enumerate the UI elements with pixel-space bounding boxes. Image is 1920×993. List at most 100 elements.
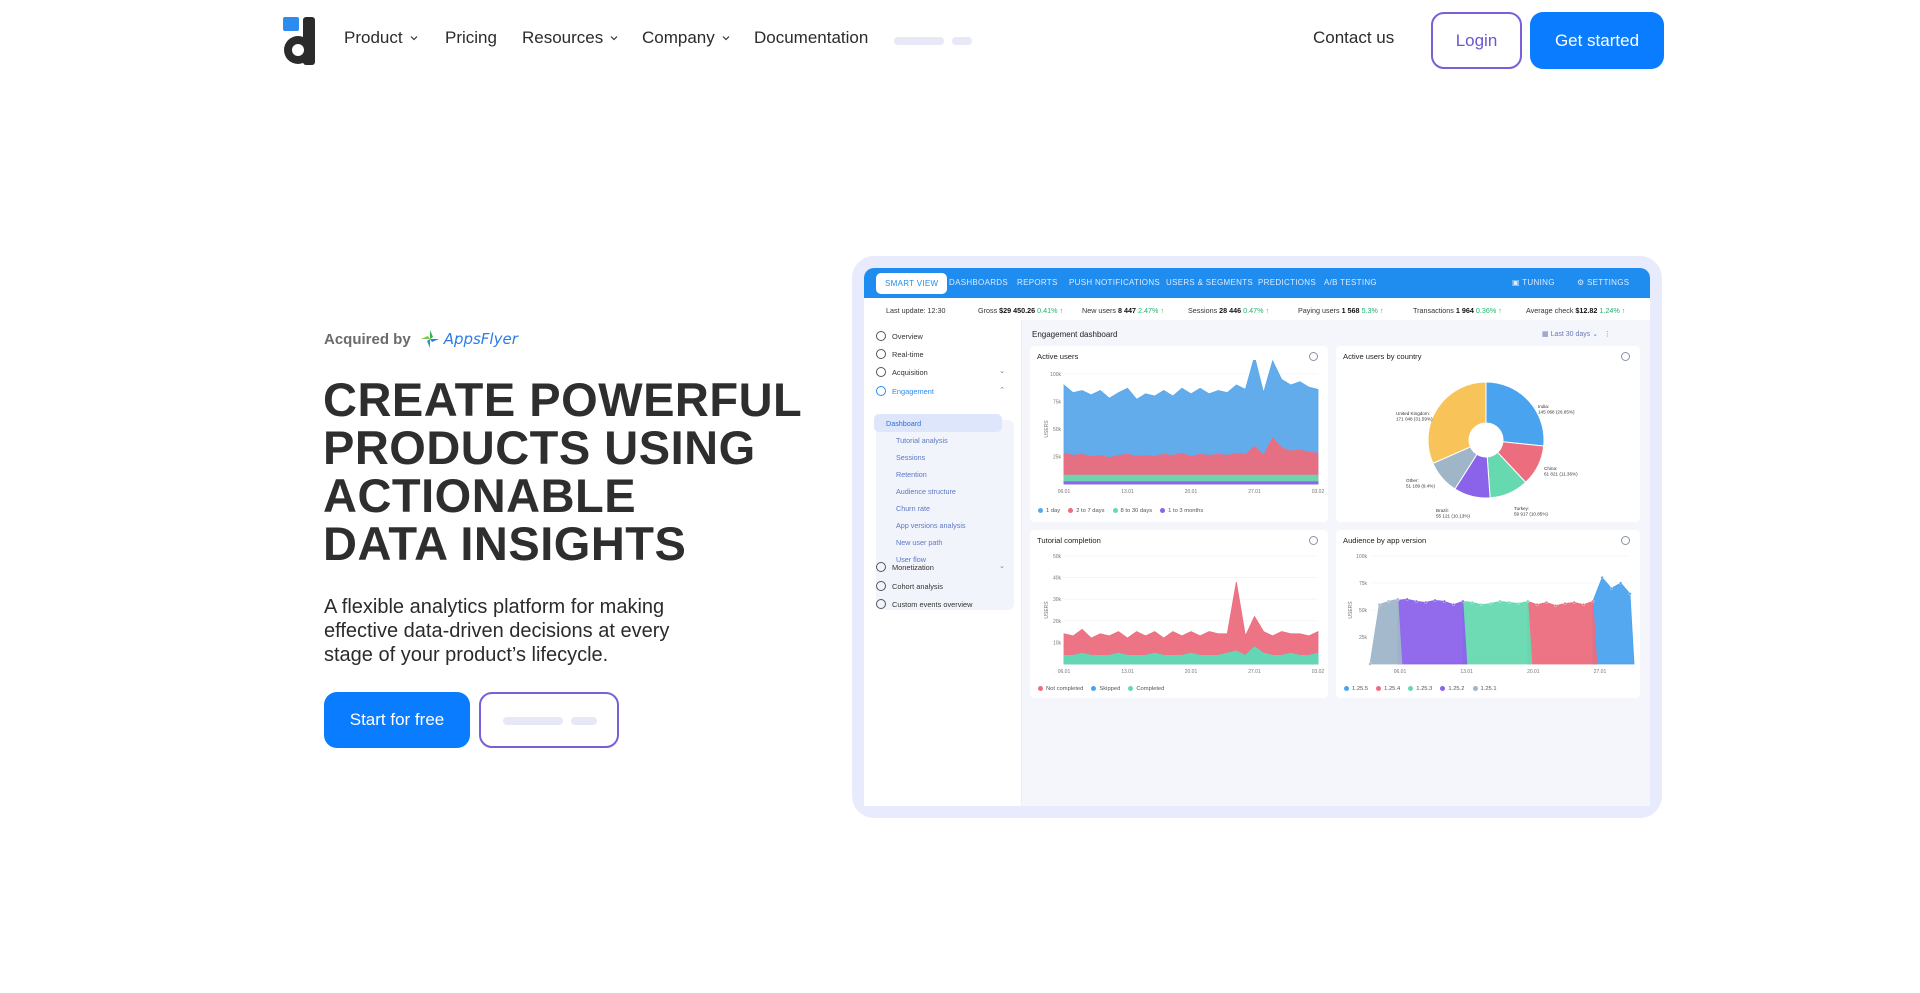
legend-label: Not completed	[1046, 686, 1084, 693]
data-point	[1424, 600, 1428, 604]
sidebar-item-label: Monetization	[892, 562, 934, 572]
nav-company-label: Company	[642, 28, 715, 47]
sidebar-item-cohort-analysis[interactable]: Cohort analysis	[876, 581, 943, 591]
slice-label: Other:	[1406, 478, 1419, 483]
sidebar-item-real-time[interactable]: Real-time	[876, 349, 924, 359]
tab-ab-testing[interactable]: A/B TESTING	[1324, 278, 1377, 287]
stat-paying-users: Paying users 1 568 5.3% ↑	[1298, 306, 1384, 315]
sidebar-item-acquisition[interactable]: Acquisition	[876, 367, 928, 377]
x-tick-label: 06.01	[1058, 489, 1071, 495]
legend-swatch	[1112, 508, 1118, 513]
tab-push-notifications[interactable]: PUSH NOTIFICATIONS	[1069, 278, 1160, 287]
tab-dashboards[interactable]: DASHBOARDS	[949, 278, 1008, 287]
dashboard-tabbar: SMART VIEW DASHBOARDS REPORTS PUSH NOTIF…	[864, 268, 1650, 298]
acquired-by: Acquired by AppsFlyer	[324, 328, 518, 350]
stat-value: $29 450.26	[999, 306, 1036, 315]
nav-documentation[interactable]: Documentation	[754, 28, 868, 48]
stat-delta: 0.47% ↑	[1243, 306, 1270, 315]
nav-pricing-label: Pricing	[445, 28, 497, 47]
y-axis-label: USERS	[1348, 601, 1354, 619]
tab-predictions[interactable]: PREDICTIONS	[1258, 278, 1316, 287]
x-tick-label: 13.01	[1460, 669, 1473, 675]
login-button[interactable]: Login	[1431, 12, 1522, 69]
legend-item[interactable]: 2 to 7 days	[1068, 508, 1105, 515]
stat-delta: 5.3% ↑	[1361, 306, 1384, 315]
x-tick-label: 13.01	[1121, 669, 1134, 675]
x-tick-label: 06.01	[1394, 669, 1407, 675]
stat-label: Gross	[978, 306, 998, 315]
tab-settings[interactable]: ⚙ SETTINGS	[1577, 278, 1629, 287]
tab-tuning[interactable]: ▣ TUNING	[1512, 278, 1555, 287]
tab-settings-label: SETTINGS	[1587, 278, 1630, 287]
tab-reports[interactable]: REPORTS	[1017, 278, 1058, 287]
tab-users-segments[interactable]: USERS & SEGMENTS	[1166, 278, 1253, 287]
start-for-free-button[interactable]: Start for free	[324, 692, 470, 748]
contact-link[interactable]: Contact us	[1313, 28, 1394, 48]
nav-company[interactable]: Company	[642, 28, 730, 48]
legend-swatch	[1038, 508, 1043, 513]
date-range-select[interactable]: ▦ Last 30 days ⌄ ⋮	[1542, 330, 1611, 338]
legend-item[interactable]: 1.25.3	[1408, 686, 1432, 692]
stat-value: $12.82	[1575, 306, 1598, 315]
legend-item[interactable]: 8 to 30 days	[1112, 508, 1152, 514]
data-point	[1452, 603, 1456, 607]
devtodev-logo[interactable]	[283, 17, 317, 65]
x-tick-label: 20.01	[1185, 489, 1198, 495]
nav-product[interactable]: Product	[344, 28, 418, 48]
data-point	[1479, 603, 1483, 607]
legend-label: 2 to 7 days	[1076, 508, 1105, 515]
y-tick-label: 100k	[1356, 554, 1367, 560]
submenu-app-versions-analysis[interactable]: App versions analysis	[896, 521, 966, 530]
legend-item[interactable]: 1.25.4	[1376, 686, 1400, 692]
tutorial-completion-chart: 50k 40k 30k 20k 10k USERS 06.01 13.01 20.01 27.01…	[1044, 554, 1324, 675]
legend-item[interactable]: 1 day	[1038, 508, 1060, 514]
nav-resources-label: Resources	[522, 28, 604, 47]
submenu-tutorial-analysis[interactable]: Tutorial analysis	[896, 436, 948, 445]
panel-audience-by-app-version: Audience by app version 100k 75k 50k 25k USE…	[1336, 530, 1640, 698]
submenu-churn-rate[interactable]: Churn rate	[896, 504, 930, 513]
sidebar-item-engagement[interactable]: Engagement	[876, 386, 934, 396]
stat-value: 8 447	[1117, 306, 1136, 315]
legend-item[interactable]: 1 to 3 months	[1160, 508, 1203, 514]
stat-gross: Gross $29 450.26 0.41% ↑	[978, 306, 1063, 315]
button-placeholder	[571, 717, 597, 725]
slice-label: China:	[1544, 466, 1557, 471]
slice-value: 61 821 (11.36%)	[1544, 472, 1578, 477]
slice-label: Brazil:	[1436, 508, 1449, 513]
stat-delta: 0.41% ↑	[1037, 306, 1064, 315]
legend-item[interactable]: 1.25.5	[1344, 686, 1368, 692]
sidebar-item-custom-events[interactable]: Custom events overview	[876, 599, 973, 609]
nav-pricing[interactable]: Pricing	[445, 28, 497, 48]
data-point	[1396, 597, 1400, 601]
data-point	[1591, 599, 1595, 603]
data-point	[1609, 586, 1613, 590]
legend-item[interactable]: Not completed	[1038, 686, 1083, 692]
submenu-new-user-path[interactable]: New user path	[896, 538, 942, 547]
submenu-sessions[interactable]: Sessions	[896, 453, 925, 462]
data-point	[1433, 598, 1437, 602]
stat-value: 1 568	[1341, 306, 1360, 315]
legend-item[interactable]: 1.25.1	[1472, 686, 1497, 692]
legend-item[interactable]: Completed	[1128, 686, 1164, 692]
sidebar-item-label: Engagement	[892, 386, 934, 396]
submenu-audience-structure[interactable]: Audience structure	[896, 487, 956, 496]
sidebar-item-overview[interactable]: Overview	[876, 331, 923, 341]
legend-item[interactable]: Skipped	[1091, 686, 1120, 692]
stat-label: Average check	[1526, 306, 1574, 315]
nav-documentation-label: Documentation	[754, 28, 869, 47]
button-placeholder	[503, 717, 563, 725]
stat-new-users: New users 8 447 2.47% ↑	[1082, 306, 1164, 315]
appsflyer-logo[interactable]: AppsFlyer	[419, 328, 518, 350]
sidebar-item-monetization[interactable]: Monetization	[876, 562, 934, 572]
tab-smart-view[interactable]: SMART VIEW	[876, 273, 948, 294]
legend-label: 1.25.4	[1384, 686, 1401, 693]
data-point	[1489, 602, 1493, 605]
submenu-dashboard[interactable]: Dashboard	[874, 414, 1002, 432]
nav-resources[interactable]: Resources	[522, 28, 618, 48]
legend-item[interactable]: 1.25.2	[1440, 686, 1465, 692]
submenu-retention[interactable]: Retention	[896, 470, 927, 479]
sidebar-item-label: Real-time	[892, 349, 924, 359]
get-started-button[interactable]: Get started	[1530, 12, 1664, 69]
secondary-cta-button[interactable]	[479, 692, 619, 748]
y-tick-label: 30k	[1053, 597, 1062, 603]
